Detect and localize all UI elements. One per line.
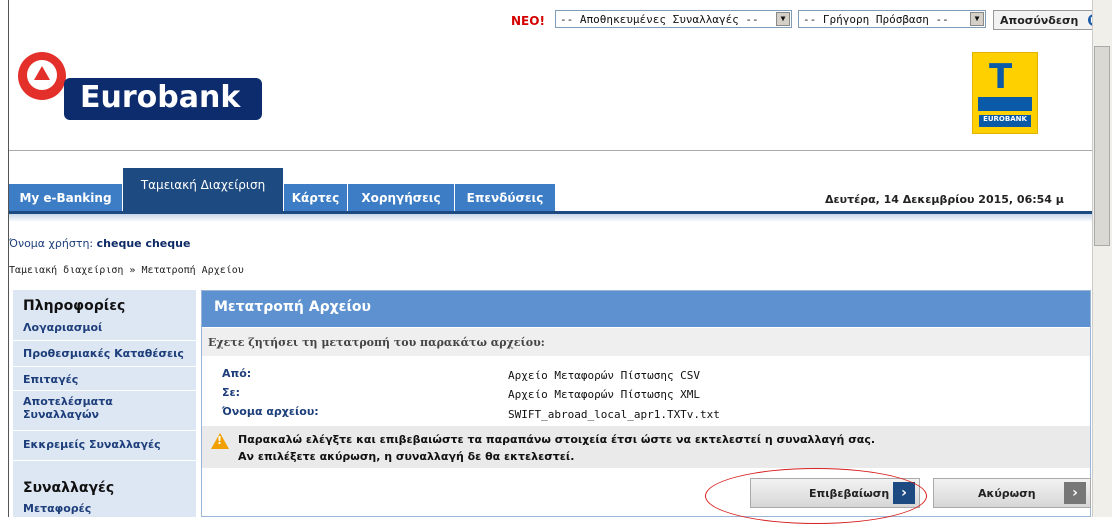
- current-date: Δευτέρα, 14 Δεκεμβρίου 2015, 06:54 μ: [825, 193, 1064, 206]
- logo-text: Eurobank: [80, 80, 241, 115]
- breadcrumb: Ταμειακή διαχείριση » Μετατροπή Αρχείου: [9, 265, 244, 276]
- saved-transactions-value: -- Αποθηκευμένες Συναλλαγές --: [560, 13, 759, 26]
- username-value: cheque cheque: [96, 237, 191, 250]
- logout-label: Αποσύνδεση: [1000, 14, 1079, 27]
- warning-icon-mark: !: [217, 434, 223, 447]
- sidebar-section-info: Πληροφορίες: [23, 298, 126, 314]
- sidebar-item-transfers[interactable]: Μεταφορές: [23, 502, 188, 515]
- logout-button[interactable]: Αποσύνδεση ▶: [993, 10, 1103, 30]
- sidebar-item-results[interactable]: Αποτελέσματα Συναλλαγών: [23, 395, 188, 421]
- warning-text-1: Παρακαλώ ελέγξτε και επιβεβαιώστε τα παρ…: [238, 433, 876, 446]
- tab-loans[interactable]: Χορηγήσεις: [348, 184, 455, 212]
- cancel-button[interactable]: Ακύρωση ›: [933, 478, 1091, 508]
- tab-treasury[interactable]: Ταμειακή Διαχείριση: [123, 168, 284, 212]
- quick-access-select[interactable]: -- Γρήγορη Πρόσβαση -- ▼: [798, 10, 986, 28]
- sidebar-item-deposits[interactable]: Προθεσμιακές Καταθέσεις: [23, 347, 188, 360]
- highlight-ellipse: [705, 468, 927, 524]
- to-value: Αρχείο Μεταφορών Πίστωσης XML: [508, 388, 701, 401]
- sidebar-item-pending[interactable]: Εκκρεμείς Συναλλαγές: [23, 438, 188, 451]
- cancel-label: Ακύρωση: [978, 487, 1036, 500]
- eurobank-badge-icon: T EUROBANK: [972, 52, 1038, 134]
- header-divider: [9, 150, 1092, 151]
- to-label: Σε:: [222, 386, 241, 399]
- sidebar-section-transactions: Συναλλαγές: [23, 480, 115, 496]
- from-value: Αρχείο Μεταφορών Πίστωσης CSV: [508, 369, 701, 382]
- tab-shadow: [9, 214, 1092, 222]
- badge-label: EUROBANK: [979, 115, 1031, 127]
- intro-row: Εχετε ζητήσει τη μετατροπή του παρακάτω …: [202, 328, 1090, 356]
- sidebar-item-cheques[interactable]: Επιταγές: [23, 373, 188, 386]
- left-border: [8, 0, 9, 517]
- filename-value: SWIFT_abroad_local_apr1.TXTv.txt: [508, 408, 720, 421]
- saved-transactions-select[interactable]: -- Αποθηκευμένες Συναλλαγές -- ▼: [555, 10, 792, 28]
- sidebar: Πληροφορίες Λογαριασμοί Προθεσμιακές Κατ…: [13, 290, 196, 517]
- filename-label: Όνομα αρχείου:: [222, 405, 319, 418]
- chevron-down-icon[interactable]: ▼: [776, 12, 790, 26]
- new-label: ΝΕΟ!: [511, 14, 545, 28]
- username-line: Όνομα χρήστη: cheque cheque: [9, 237, 190, 250]
- quick-access-value: -- Γρήγορη Πρόσβαση --: [803, 13, 949, 26]
- from-label: Από:: [222, 367, 252, 380]
- scrollbar-thumb[interactable]: [1094, 46, 1110, 246]
- username-prefix: Όνομα χρήστη:: [9, 237, 97, 250]
- chevron-down-icon[interactable]: ▼: [970, 12, 984, 26]
- tab-cards[interactable]: Κάρτες: [284, 184, 348, 212]
- logo-triangle: [34, 66, 50, 80]
- panel-header: Μετατροπή Αρχείου: [202, 291, 1090, 327]
- warning-text-2: Αν επιλέξετε ακύρωση, η συναλλαγή δε θα …: [238, 450, 575, 463]
- intro-text: Εχετε ζητήσει τη μετατροπή του παρακάτω …: [208, 336, 545, 349]
- chevron-right-icon: ›: [1064, 482, 1086, 504]
- tab-investments[interactable]: Επενδύσεις: [455, 184, 556, 212]
- page-title: Μετατροπή Αρχείου: [214, 299, 371, 315]
- tab-my-ebanking[interactable]: My e-Banking: [9, 184, 123, 212]
- sidebar-item-accounts[interactable]: Λογαριασμοί: [23, 321, 188, 334]
